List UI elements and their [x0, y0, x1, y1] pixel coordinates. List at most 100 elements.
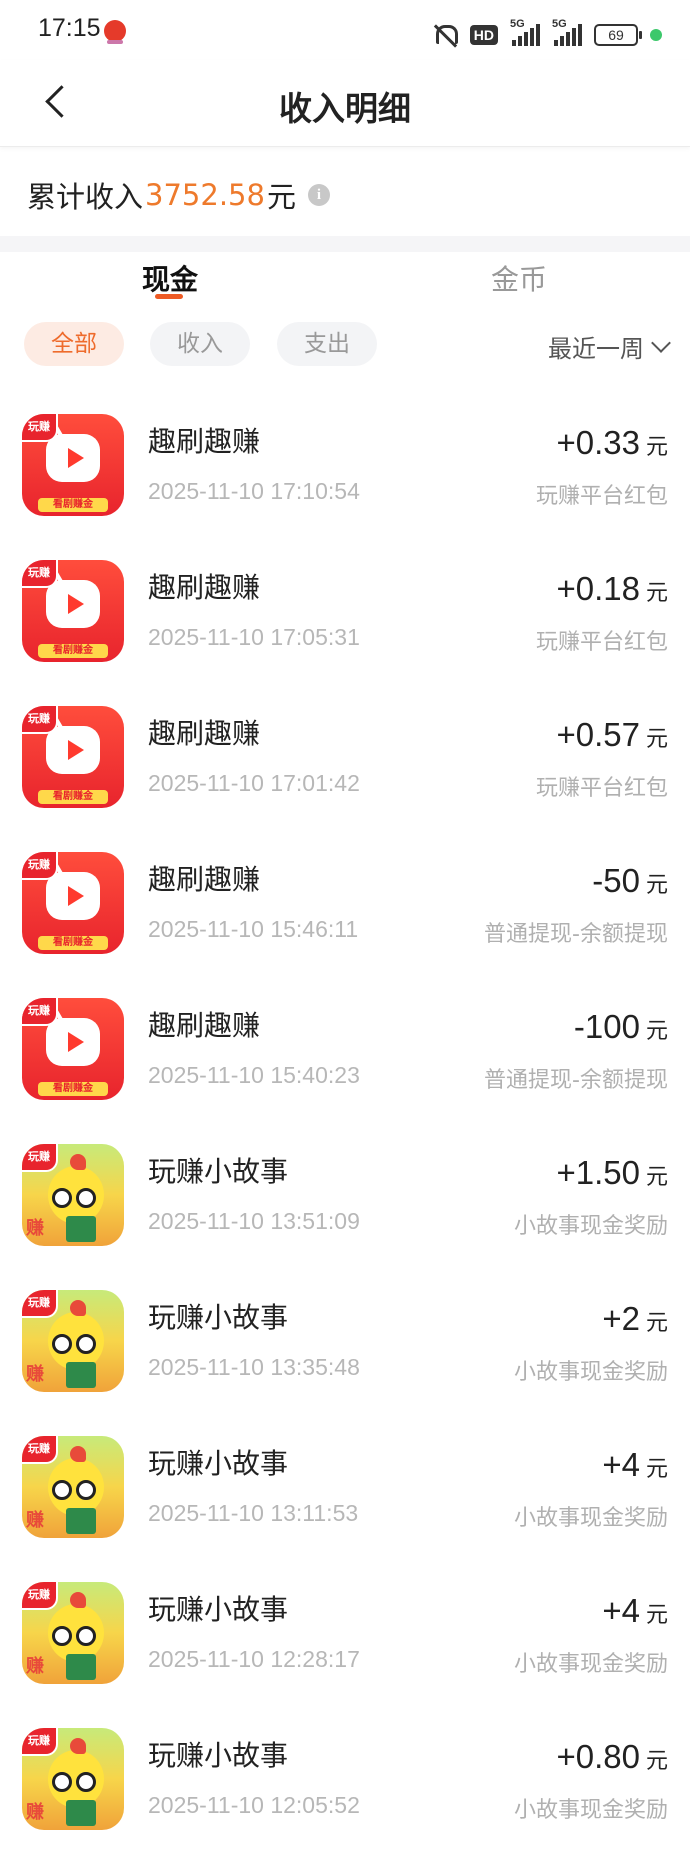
info-icon[interactable]: i: [307, 184, 330, 206]
transaction-desc: 玩赚平台红包: [535, 484, 668, 509]
badge-text: 玩赚: [22, 1728, 58, 1756]
app-name: 玩赚小故事: [148, 1739, 289, 1772]
transaction-time: 2025-11-10 17:05:31: [148, 624, 360, 650]
story-app-icon: 赚 玩赚: [22, 1436, 124, 1538]
story-app-icon: 赚 玩赚: [22, 1582, 124, 1684]
amount-unit: 元: [645, 1457, 668, 1482]
icon-banner-text: 看剧赚金: [38, 644, 108, 658]
total-income-unit: 元: [266, 180, 296, 214]
transaction-row[interactable]: 赚 玩赚 玩赚小故事 2025-11-10 13:11:53 +4 元 小故事现金奖…: [0, 1432, 690, 1578]
badge-text: 玩赚: [22, 560, 58, 588]
app-name: 趣刷趣赚: [148, 717, 261, 750]
mute-icon: [432, 23, 458, 48]
transaction-row[interactable]: 赚 玩赚 玩赚小故事 2025-11-10 13:51:09 +1.50 元 小故事…: [0, 1140, 690, 1286]
amount-unit: 元: [645, 727, 668, 752]
page-title: 收入明细: [279, 89, 411, 128]
amount-unit: 元: [645, 1603, 668, 1628]
amount-value: +0.57: [556, 716, 640, 753]
filter-all-chip[interactable]: 全部: [24, 322, 124, 366]
qushua-app-icon: 看剧赚金 玩赚: [22, 414, 124, 516]
network-label: 5G: [510, 18, 525, 30]
amount-value: +0.18: [556, 570, 640, 607]
badge-text: 玩赚: [22, 1144, 58, 1172]
hd-icon: HD: [469, 25, 498, 45]
section-divider: [0, 236, 690, 252]
transaction-time: 2025-11-10 12:28:17: [148, 1646, 360, 1672]
icon-banner-text: 看剧赚金: [38, 936, 108, 950]
filter-expense-chip[interactable]: 支出: [277, 322, 377, 366]
app-name: 趣刷趣赚: [148, 863, 261, 896]
transaction-amount: +2 元: [602, 1300, 668, 1338]
signal-icon: 5G: [510, 18, 540, 46]
transaction-row[interactable]: 看剧赚金 玩赚 趣刷趣赚 2025-11-10 17:05:31 +0.18 元 玩…: [0, 556, 690, 702]
tab-cash[interactable]: 现金: [142, 258, 198, 298]
amount-unit: 元: [645, 1165, 668, 1190]
icon-mark-text: 赚: [26, 1218, 44, 1239]
amount-unit: 元: [645, 1019, 668, 1044]
icon-mark-text: 赚: [26, 1656, 44, 1677]
amount-unit: 元: [645, 435, 668, 460]
status-icons: HD 5G 5G 69: [432, 18, 662, 50]
app-name: 趣刷趣赚: [148, 425, 261, 458]
story-app-icon: 赚 玩赚: [22, 1290, 124, 1392]
transaction-row[interactable]: 赚 玩赚 玩赚小故事 2025-11-10 12:05:52 +0.80 元 小故事…: [0, 1724, 690, 1870]
transaction-desc: 普通提现-余额提现: [484, 922, 668, 947]
transaction-time: 2025-11-10 15:46:11: [148, 916, 359, 942]
period-label: 最近一周: [548, 335, 644, 363]
amount-value: +0.33: [556, 424, 640, 461]
qushua-app-icon: 看剧赚金 玩赚: [22, 560, 124, 662]
transaction-desc: 小故事现金奖励: [513, 1652, 668, 1677]
transaction-row[interactable]: 看剧赚金 玩赚 趣刷趣赚 2025-11-10 17:10:54 +0.33 元 玩…: [0, 410, 690, 556]
amount-value: -50: [592, 862, 640, 899]
badge-text: 玩赚: [22, 1290, 58, 1318]
chevron-down-icon: [651, 332, 671, 353]
total-income-label: 累计收入: [27, 180, 144, 214]
transaction-row[interactable]: 赚 玩赚 玩赚小故事 2025-11-10 12:28:17 +4 元 小故事现金奖…: [0, 1578, 690, 1724]
icon-banner-text: 看剧赚金: [38, 790, 108, 804]
transaction-desc: 普通提现-余额提现: [484, 1068, 668, 1093]
transaction-time: 2025-11-10 17:01:42: [148, 770, 360, 796]
transaction-row[interactable]: 赚 玩赚 玩赚小故事 2025-11-10 13:35:48 +2 元 小故事现金奖…: [0, 1286, 690, 1432]
transaction-amount: +0.33 元: [556, 424, 668, 462]
tab-indicator: [155, 294, 183, 299]
status-time: 17:15: [38, 14, 101, 42]
transaction-desc: 小故事现金奖励: [513, 1798, 668, 1823]
badge-text: 玩赚: [22, 1436, 58, 1464]
amount-value: +2: [602, 1300, 640, 1337]
transaction-time: 2025-11-10 12:05:52: [148, 1792, 360, 1818]
total-income: 累计收入 3752.58 元 i: [27, 174, 330, 216]
transaction-time: 2025-11-10 13:11:53: [148, 1500, 359, 1526]
badge-text: 玩赚: [22, 706, 58, 734]
amount-unit: 元: [645, 873, 668, 898]
transaction-row[interactable]: 看剧赚金 玩赚 趣刷趣赚 2025-11-10 15:46:11 -50 元 普通提…: [0, 848, 690, 994]
icon-mark-text: 赚: [26, 1802, 44, 1823]
filter-income-chip[interactable]: 收入: [150, 322, 250, 366]
badge-text: 玩赚: [22, 1582, 58, 1610]
header: 收入明细: [0, 60, 690, 147]
transaction-desc: 玩赚平台红包: [535, 776, 668, 801]
transaction-time: 2025-11-10 15:40:23: [148, 1062, 360, 1088]
app-name: 玩赚小故事: [148, 1593, 289, 1626]
qushua-app-icon: 看剧赚金 玩赚: [22, 706, 124, 808]
amount-unit: 元: [645, 1311, 668, 1336]
total-income-amount: 3752.58: [145, 178, 265, 212]
amount-value: -100: [573, 1008, 640, 1045]
dot-indicator-icon: [650, 29, 662, 41]
transaction-time: 2025-11-10 17:10:54: [148, 478, 360, 504]
transaction-time: 2025-11-10 13:35:48: [148, 1354, 360, 1380]
transaction-amount: -100 元: [574, 1008, 668, 1046]
badge-text: 玩赚: [22, 852, 58, 880]
icon-banner-text: 看剧赚金: [38, 1082, 108, 1096]
badge-text: 玩赚: [22, 998, 58, 1026]
network-label: 5G: [552, 18, 567, 30]
battery-icon: 69: [594, 24, 642, 46]
period-dropdown[interactable]: 最近一周: [548, 329, 671, 364]
transaction-row[interactable]: 看剧赚金 玩赚 趣刷趣赚 2025-11-10 17:01:42 +0.57 元 玩…: [0, 702, 690, 848]
transaction-amount: +0.18 元: [556, 570, 668, 608]
tab-coins[interactable]: 金币: [491, 258, 547, 298]
transaction-desc: 小故事现金奖励: [513, 1214, 668, 1239]
transaction-amount: +1.50 元: [556, 1154, 668, 1192]
amount-value: +0.80: [556, 1738, 640, 1775]
transaction-time: 2025-11-10 13:51:09: [148, 1208, 360, 1234]
transaction-row[interactable]: 看剧赚金 玩赚 趣刷趣赚 2025-11-10 15:40:23 -100 元 普通…: [0, 994, 690, 1140]
